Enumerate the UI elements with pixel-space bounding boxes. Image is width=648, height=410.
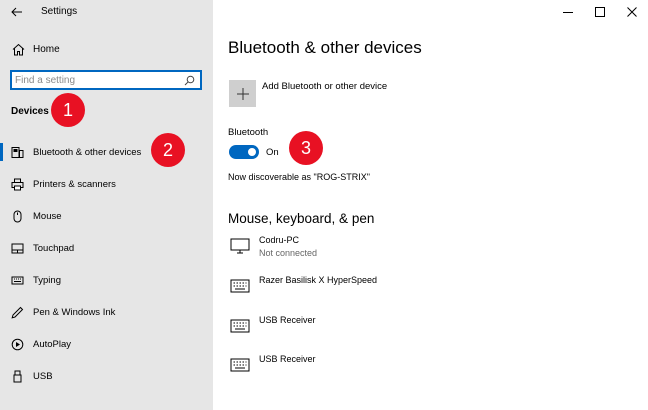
device-name: USB Receiver bbox=[259, 315, 316, 325]
mouse-icon bbox=[10, 209, 24, 223]
device-status: Not connected bbox=[259, 248, 318, 258]
toggle-knob bbox=[248, 148, 256, 156]
devices-section-title: Devices bbox=[11, 106, 49, 117]
search-box[interactable] bbox=[10, 70, 202, 90]
discoverable-text: Now discoverable as "ROG-STRIX" bbox=[228, 172, 370, 182]
back-button[interactable] bbox=[6, 2, 28, 22]
autoplay-icon bbox=[10, 337, 24, 351]
sidebar-item-label: Touchpad bbox=[33, 242, 75, 254]
add-device-button[interactable] bbox=[229, 80, 256, 107]
back-arrow-icon bbox=[11, 7, 22, 17]
sidebar-item-autoplay[interactable]: AutoPlay bbox=[0, 328, 213, 360]
minimize-icon bbox=[563, 12, 573, 13]
main-content: Bluetooth & other devices Add Bluetooth … bbox=[213, 0, 648, 410]
keyboard-icon bbox=[10, 273, 24, 287]
device-name: Codru-PC bbox=[259, 235, 300, 245]
annotation-badge-1: 1 bbox=[51, 93, 85, 127]
sidebar-item-mouse[interactable]: Mouse bbox=[0, 200, 213, 232]
pen-icon bbox=[10, 305, 24, 319]
search-input[interactable] bbox=[12, 74, 182, 86]
sidebar-item-label: Pen & Windows Ink bbox=[33, 306, 116, 318]
usb-icon bbox=[10, 369, 24, 383]
device-item[interactable]: USB Receiver bbox=[229, 354, 316, 384]
bluetooth-devices-icon bbox=[10, 145, 24, 159]
device-name: Razer Basilisk X HyperSpeed bbox=[259, 275, 378, 285]
search-icon[interactable] bbox=[182, 73, 196, 87]
close-icon bbox=[627, 7, 637, 17]
sidebar-item-touchpad[interactable]: Touchpad bbox=[0, 232, 213, 264]
sidebar-item-label: AutoPlay bbox=[33, 338, 72, 350]
mouse-keyboard-pen-section-title: Mouse, keyboard, & pen bbox=[228, 211, 375, 226]
annotation-badge-3: 3 bbox=[289, 131, 323, 165]
touchpad-icon bbox=[10, 241, 24, 255]
monitor-icon bbox=[229, 237, 251, 255]
sidebar-item-usb[interactable]: USB bbox=[0, 360, 213, 392]
keyboard-icon bbox=[229, 317, 251, 335]
device-name: USB Receiver bbox=[259, 354, 316, 364]
sidebar-item-label: Bluetooth & other devices bbox=[33, 146, 142, 158]
sidebar-item-label: Printers & scanners bbox=[33, 178, 116, 190]
printer-icon bbox=[10, 177, 24, 191]
device-item[interactable]: Razer Basilisk X HyperSpeed bbox=[229, 275, 377, 305]
annotation-badge-2: 2 bbox=[151, 133, 185, 167]
close-button[interactable] bbox=[616, 0, 648, 24]
device-item[interactable]: USB Receiver bbox=[229, 315, 316, 345]
sidebar-item-label: Mouse bbox=[33, 210, 62, 222]
plus-icon bbox=[236, 87, 249, 100]
sidebar: Settings Home Devices Bluetooth & other … bbox=[0, 0, 213, 410]
sidebar-item-pen[interactable]: Pen & Windows Ink bbox=[0, 296, 213, 328]
home-label: Home bbox=[33, 43, 60, 55]
device-item[interactable]: Codru-PC Not connected bbox=[229, 235, 317, 265]
sidebar-item-label: USB bbox=[33, 370, 53, 382]
sidebar-item-typing[interactable]: Typing bbox=[0, 264, 213, 296]
minimize-button[interactable] bbox=[552, 0, 584, 24]
maximize-icon bbox=[595, 7, 605, 17]
sidebar-item-label: Typing bbox=[33, 274, 61, 286]
keyboard-icon bbox=[229, 277, 251, 295]
add-device-label[interactable]: Add Bluetooth or other device bbox=[262, 81, 387, 92]
keyboard-icon bbox=[229, 356, 251, 374]
sidebar-nav: Bluetooth & other devices Printers & sca… bbox=[0, 136, 213, 392]
bluetooth-label: Bluetooth bbox=[228, 127, 269, 138]
maximize-button[interactable] bbox=[584, 0, 616, 24]
bluetooth-toggle[interactable] bbox=[229, 145, 259, 159]
window-title: Settings bbox=[41, 6, 78, 17]
home-icon bbox=[11, 42, 25, 56]
bluetooth-state-label: On bbox=[266, 147, 279, 158]
sidebar-item-printers[interactable]: Printers & scanners bbox=[0, 168, 213, 200]
page-title: Bluetooth & other devices bbox=[228, 38, 422, 57]
home-nav-item[interactable]: Home bbox=[0, 38, 213, 60]
